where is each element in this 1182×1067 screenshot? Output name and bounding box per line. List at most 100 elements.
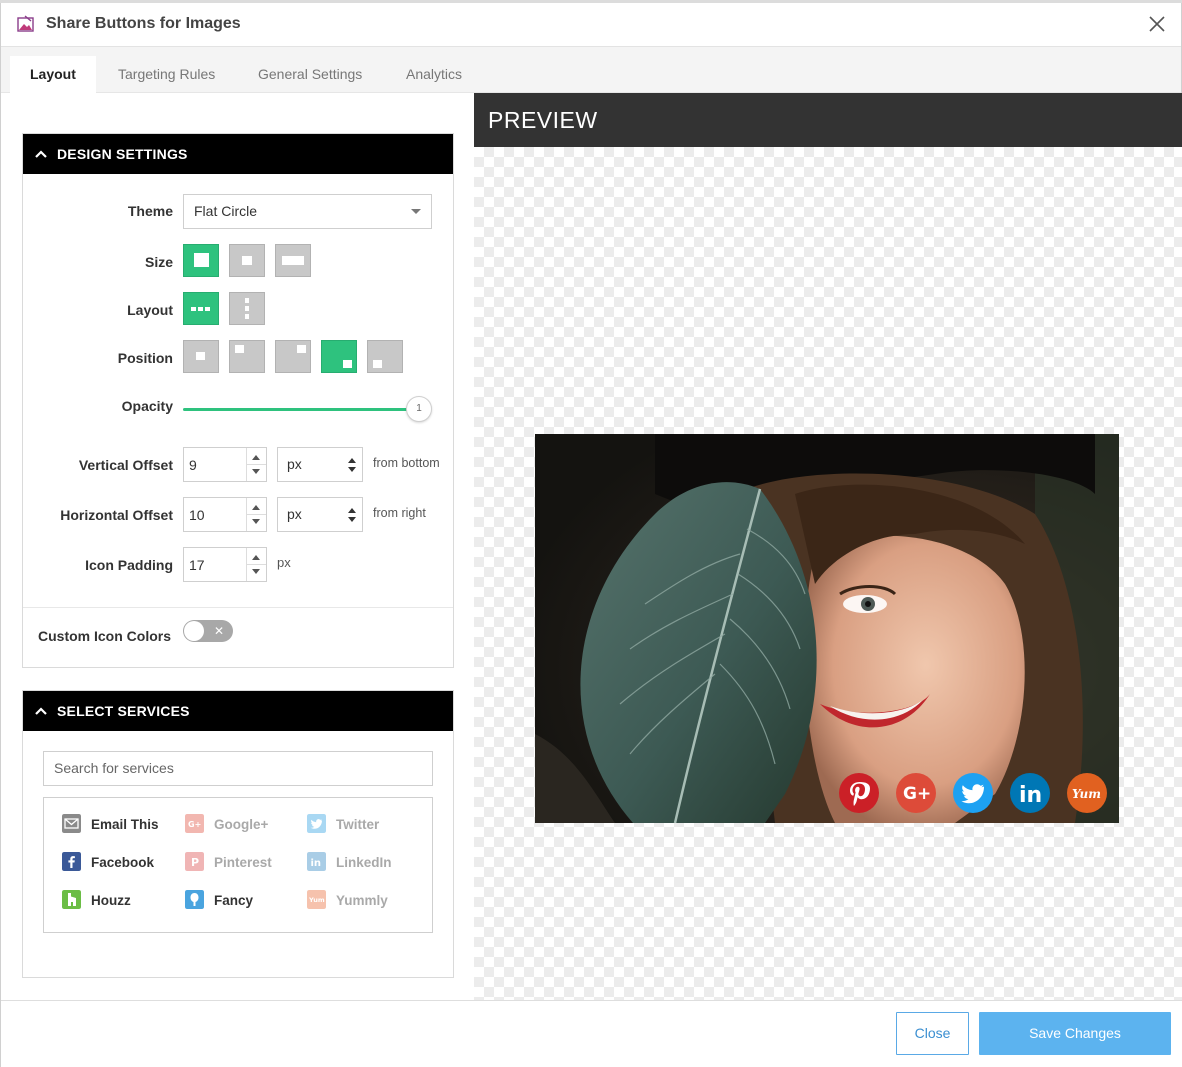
vertical-offset-label: Vertical Offset bbox=[78, 457, 173, 473]
layout-vertical-button[interactable] bbox=[229, 292, 265, 325]
theme-label: Theme bbox=[127, 203, 173, 219]
save-changes-button[interactable]: Save Changes bbox=[979, 1012, 1171, 1055]
service-search-input[interactable]: Search for services bbox=[43, 751, 433, 786]
preview-title: PREVIEW bbox=[474, 93, 1182, 147]
houzz-icon bbox=[62, 890, 81, 909]
size-wide-button[interactable] bbox=[275, 244, 311, 277]
x-mark-icon: ✕ bbox=[213, 624, 224, 638]
pinterest-share-button[interactable] bbox=[839, 773, 879, 813]
vertical-offset-unit-select[interactable]: px bbox=[277, 447, 363, 482]
service-label: LinkedIn bbox=[336, 855, 392, 870]
dialog-title: Share Buttons for Images bbox=[46, 15, 241, 32]
icon-padding-input[interactable]: 17 bbox=[183, 547, 267, 582]
position-center-button[interactable] bbox=[183, 340, 219, 373]
service-label: Twitter bbox=[336, 817, 380, 832]
twitter-share-button[interactable] bbox=[953, 773, 993, 813]
google-plus-icon: G+ bbox=[185, 814, 204, 833]
close-button[interactable]: Close bbox=[896, 1012, 969, 1055]
custom-icon-colors-label: Custom Icon Colors bbox=[38, 628, 172, 644]
size-large-button[interactable] bbox=[183, 244, 219, 277]
transparent-background: G+ in Yum bbox=[474, 147, 1182, 1050]
horizontal-offset-hint: from right bbox=[373, 506, 426, 520]
position-bottom-right-button[interactable] bbox=[321, 340, 357, 373]
service-label: Facebook bbox=[91, 855, 155, 870]
select-services-panel: SELECT SERVICES Search for services Emai… bbox=[22, 690, 454, 978]
yummly-icon: Yum bbox=[1072, 787, 1101, 801]
icon-padding-label: Icon Padding bbox=[85, 557, 173, 573]
preview-pane: PREVIEW G+ in Yum bbox=[474, 93, 1182, 1050]
opacity-slider-handle[interactable]: 1 bbox=[406, 396, 432, 422]
svg-text:G+: G+ bbox=[188, 820, 201, 829]
svg-text:Yum: Yum bbox=[1072, 787, 1101, 801]
opacity-slider[interactable] bbox=[183, 408, 409, 411]
pinterest-icon: P bbox=[185, 852, 204, 871]
app-icon bbox=[17, 15, 34, 32]
icon-padding-value: 17 bbox=[189, 557, 205, 573]
position-label: Position bbox=[117, 350, 173, 366]
chevron-up-icon bbox=[35, 707, 47, 715]
position-top-right-button[interactable] bbox=[275, 340, 311, 373]
svg-text:G+: G+ bbox=[903, 784, 931, 804]
service-label: Google+ bbox=[214, 817, 269, 832]
tab-layout[interactable]: Layout bbox=[10, 56, 96, 93]
linkedin-icon: in bbox=[307, 852, 326, 871]
position-bottom-left-button[interactable] bbox=[367, 340, 403, 373]
yummly-share-button[interactable]: Yum bbox=[1067, 773, 1107, 813]
theme-select[interactable]: Flat Circle bbox=[183, 194, 432, 229]
chevron-down-icon bbox=[411, 209, 421, 214]
size-small-button[interactable] bbox=[229, 244, 265, 277]
design-settings-title: DESIGN SETTINGS bbox=[57, 146, 188, 162]
section-divider bbox=[23, 607, 453, 608]
icon-padding-stepper[interactable] bbox=[246, 548, 266, 581]
service-label: Fancy bbox=[214, 893, 254, 908]
twitter-icon bbox=[961, 784, 985, 804]
tab-bar: Layout Targeting Rules General Settings … bbox=[1, 47, 1181, 93]
horizontal-offset-label: Horizontal Offset bbox=[60, 507, 173, 523]
vertical-offset-unit: px bbox=[287, 456, 302, 472]
services-list: Email This Facebook Houzz G+ Google+ P P… bbox=[43, 797, 433, 933]
google-plus-share-button[interactable]: G+ bbox=[896, 773, 936, 813]
facebook-icon bbox=[62, 852, 81, 871]
portrait-photo bbox=[535, 434, 1119, 823]
theme-value: Flat Circle bbox=[194, 203, 258, 219]
pinterest-icon bbox=[850, 782, 870, 806]
up-down-caret-icon bbox=[348, 508, 356, 522]
linkedin-icon: in bbox=[1019, 783, 1042, 808]
title-bar: Share Buttons for Images bbox=[1, 3, 1181, 47]
svg-text:in: in bbox=[311, 858, 322, 869]
toggle-knob bbox=[184, 621, 204, 641]
footer-divider bbox=[1, 1000, 1182, 1001]
horizontal-offset-value: 10 bbox=[189, 507, 205, 523]
dialog-window: Share Buttons for Images Layout Targetin… bbox=[0, 3, 1182, 1067]
svg-text:P: P bbox=[191, 856, 199, 869]
service-label: Email This bbox=[91, 817, 159, 832]
up-down-caret-icon bbox=[348, 458, 356, 472]
select-services-header[interactable]: SELECT SERVICES bbox=[23, 691, 453, 731]
layout-horizontal-button[interactable] bbox=[183, 292, 219, 325]
google-plus-icon: G+ bbox=[903, 784, 931, 804]
email-icon bbox=[62, 814, 81, 833]
vertical-offset-value: 9 bbox=[189, 457, 197, 473]
horizontal-offset-stepper[interactable] bbox=[246, 498, 266, 531]
tab-targeting-rules[interactable]: Targeting Rules bbox=[98, 56, 235, 93]
horizontal-offset-unit-select[interactable]: px bbox=[277, 497, 363, 532]
service-label: Houzz bbox=[91, 893, 131, 908]
position-top-left-button[interactable] bbox=[229, 340, 265, 373]
horizontal-offset-input[interactable]: 10 bbox=[183, 497, 267, 532]
custom-icon-colors-toggle[interactable]: ✕ bbox=[183, 620, 233, 642]
svg-text:Yum: Yum bbox=[308, 896, 325, 904]
close-icon[interactable] bbox=[1145, 12, 1169, 36]
svg-text:in: in bbox=[1019, 783, 1042, 808]
vertical-offset-stepper[interactable] bbox=[246, 448, 266, 481]
select-services-title: SELECT SERVICES bbox=[57, 703, 190, 719]
size-label: Size bbox=[144, 254, 173, 270]
linkedin-share-button[interactable]: in bbox=[1010, 773, 1050, 813]
yummly-icon: Yum bbox=[307, 890, 326, 909]
design-settings-header[interactable]: DESIGN SETTINGS bbox=[23, 134, 453, 174]
tab-general-settings[interactable]: General Settings bbox=[238, 56, 382, 93]
icon-padding-unit: px bbox=[277, 555, 291, 570]
chevron-up-icon bbox=[35, 150, 47, 158]
tab-analytics[interactable]: Analytics bbox=[386, 56, 482, 93]
settings-pane: DESIGN SETTINGS Theme Flat Circle Size L… bbox=[1, 93, 473, 1003]
vertical-offset-input[interactable]: 9 bbox=[183, 447, 267, 482]
